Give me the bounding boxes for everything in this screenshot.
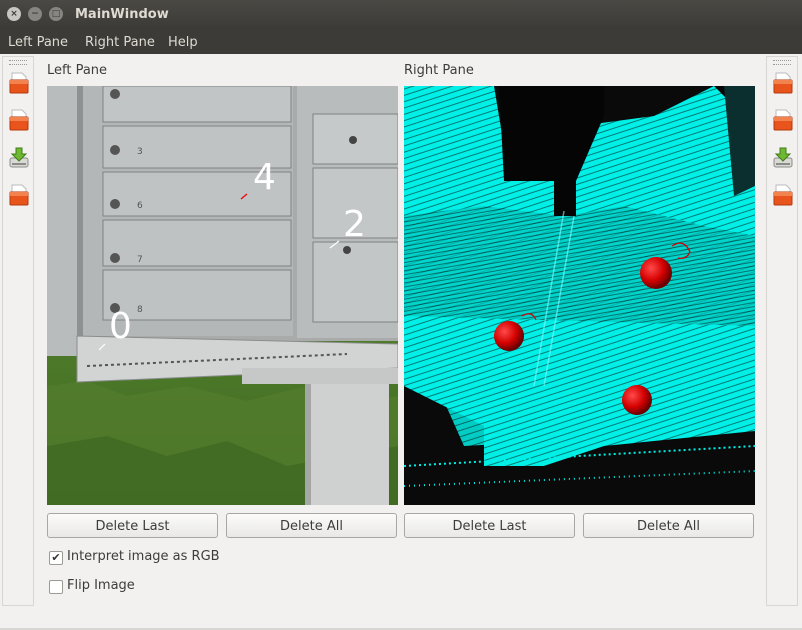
left-open-button-2[interactable] [9, 109, 29, 131]
download-icon [773, 147, 793, 168]
left-open-button-1[interactable] [9, 72, 29, 94]
marker-label-2: 2 [343, 204, 366, 245]
red-sphere-marker[interactable] [494, 321, 524, 351]
toolbar-grip[interactable] [773, 60, 791, 65]
right-open-button-2[interactable] [773, 109, 793, 131]
mailbox-number: 7 [137, 255, 143, 265]
mailbox-number: 8 [137, 305, 143, 315]
right-delete-all-button[interactable]: Delete All [583, 513, 754, 538]
menu-bar: Left Pane Right Pane Help [0, 30, 802, 54]
flip-image-checkbox[interactable] [49, 580, 63, 594]
point-cloud [404, 86, 755, 505]
open-document-icon [9, 109, 29, 131]
flip-image-label[interactable]: Flip Image [67, 578, 135, 593]
toolbar-grip[interactable] [9, 60, 27, 65]
right-open-button-1[interactable] [773, 72, 793, 94]
interpret-rgb-checkbox[interactable]: ✔ [49, 551, 63, 565]
open-document-icon [9, 72, 29, 94]
marker-label-4: 4 [253, 157, 276, 198]
close-window-button[interactable]: × [7, 7, 21, 21]
red-sphere-marker[interactable] [640, 257, 672, 289]
open-document-icon [773, 109, 793, 131]
right-toolbar [766, 56, 798, 606]
left-save-button[interactable] [9, 146, 29, 168]
maximize-window-button[interactable]: □ [49, 7, 63, 21]
left-open-button-3[interactable] [9, 184, 29, 206]
marker-label-0: 0 [109, 306, 132, 347]
menu-help[interactable]: Help [168, 30, 198, 56]
left-toolbar [2, 56, 34, 606]
right-delete-last-button[interactable]: Delete Last [404, 513, 575, 538]
left-delete-all-button[interactable]: Delete All [226, 513, 397, 538]
left-pane-label: Left Pane [47, 63, 108, 78]
right-pane-label: Right Pane [404, 63, 474, 78]
menu-left-pane[interactable]: Left Pane [8, 30, 68, 56]
interpret-rgb-label[interactable]: Interpret image as RGB [67, 549, 220, 564]
red-sphere-marker[interactable] [622, 385, 652, 415]
minimize-window-button[interactable]: − [28, 7, 42, 21]
left-delete-last-button[interactable]: Delete Last [47, 513, 218, 538]
open-document-icon [773, 184, 793, 206]
right-save-button[interactable] [773, 146, 793, 168]
mailbox-number: 6 [137, 201, 143, 211]
open-document-icon [773, 72, 793, 94]
right-image-view[interactable] [404, 86, 755, 505]
right-open-button-3[interactable] [773, 184, 793, 206]
mailbox-number: 3 [137, 147, 143, 157]
title-bar: × − □ MainWindow [0, 0, 802, 30]
open-document-icon [9, 184, 29, 206]
window-title: MainWindow [75, 7, 169, 22]
mailbox-photo: 3 6 7 8 0 4 2 [47, 86, 398, 505]
download-icon [9, 147, 29, 168]
left-image-view[interactable]: 3 6 7 8 0 4 2 [47, 86, 398, 505]
menu-right-pane[interactable]: Right Pane [85, 30, 155, 56]
